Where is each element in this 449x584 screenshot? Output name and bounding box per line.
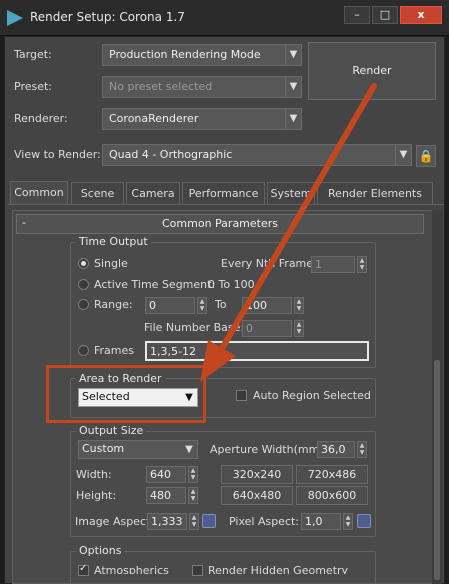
range-from-field[interactable]: 0	[145, 297, 195, 314]
range-from-spinner[interactable]: ▲ ▼	[197, 297, 207, 314]
height-spinner[interactable]: ▲ ▼	[188, 487, 198, 504]
preset-720x486-button[interactable]: 720x486	[296, 465, 368, 484]
pixel-aspect-spinner[interactable]: ▲ ▼	[343, 513, 353, 530]
frames-radio[interactable]	[78, 345, 89, 356]
common-parameters-rollout-header[interactable]: Common Parameters	[16, 214, 424, 234]
window-title: Render Setup: Corona 1.7	[30, 10, 185, 24]
active-time-segment-label: Active Time Segment:	[94, 278, 216, 291]
image-aspect-field[interactable]: 1,333	[147, 513, 187, 530]
aperture-width-spinner[interactable]: ▲ ▼	[357, 441, 367, 458]
active-time-segment-radio[interactable]	[78, 279, 89, 290]
tabs-divider	[8, 204, 444, 205]
tab-camera[interactable]: Camera	[126, 182, 180, 204]
lock-pixel-aspect-icon[interactable]	[357, 514, 371, 528]
frames-label: Frames	[94, 344, 135, 357]
render-hidden-geometry-checkbox[interactable]	[192, 565, 203, 576]
preset-label: Preset:	[14, 80, 53, 93]
atmospherics-checkbox[interactable]	[78, 563, 89, 576]
output-size-preset-value: Custom	[82, 442, 125, 455]
frames-field[interactable]: 1,3,5-12	[145, 341, 369, 361]
renderer-label: Renderer:	[14, 112, 68, 125]
options-title: Options	[76, 544, 125, 557]
renderer-dropdown[interactable]: CoronaRenderer ▼	[102, 108, 302, 130]
active-time-segment-value: 0 To 100	[208, 278, 255, 291]
range-to-field[interactable]: 100	[242, 297, 292, 314]
range-to-label: To	[215, 298, 227, 311]
width-spinner[interactable]: ▲ ▼	[188, 466, 198, 483]
tab-system[interactable]: System	[267, 182, 315, 204]
height-label: Height:	[76, 489, 117, 502]
view-to-render-label: View to Render:	[14, 148, 101, 161]
target-dropdown[interactable]: Production Rendering Mode ▼	[102, 44, 302, 66]
output-size-title: Output Size	[76, 424, 147, 437]
chevron-down-icon: ▼	[285, 77, 301, 97]
chevron-down-icon: ▼	[395, 145, 411, 165]
range-label: Range:	[94, 298, 133, 311]
range-to-spinner[interactable]: ▲ ▼	[294, 297, 304, 314]
every-nth-frame-label: Every Nth Frame:	[221, 257, 317, 270]
time-output-title: Time Output	[76, 235, 151, 248]
width-field[interactable]: 640	[146, 466, 186, 483]
chevron-down-icon: ▼	[285, 109, 301, 129]
lock-icon: 🔒	[418, 149, 434, 163]
range-radio[interactable]	[78, 299, 89, 310]
tab-common[interactable]: Common	[10, 181, 68, 205]
tab-render-elements[interactable]: Render Elements	[317, 182, 433, 204]
pixel-aspect-field[interactable]: 1,0	[301, 513, 341, 530]
every-nth-frame-spinner[interactable]: ▲ ▼	[357, 256, 367, 273]
close-button[interactable]: x	[400, 6, 442, 24]
tab-scene[interactable]: Scene	[71, 182, 124, 204]
annotation-highlight-box	[46, 365, 206, 423]
chevron-down-icon: ▼	[185, 444, 193, 455]
aperture-width-field[interactable]: 36,0	[317, 441, 355, 458]
scrollbar-thumb[interactable]	[434, 360, 440, 580]
target-value: Production Rendering Mode	[109, 48, 261, 61]
image-aspect-spinner[interactable]: ▲ ▼	[189, 513, 199, 530]
preset-dropdown[interactable]: No preset selected ▼	[102, 76, 302, 98]
file-number-base-spinner[interactable]: ▲ ▼	[294, 320, 304, 337]
height-field[interactable]: 480	[146, 487, 186, 504]
auto-region-selected-checkbox[interactable]	[236, 390, 247, 401]
collapse-icon[interactable]: -	[22, 216, 26, 229]
preset-800x600-button[interactable]: 800x600	[296, 486, 368, 505]
minimize-button[interactable]: –	[344, 6, 370, 24]
lock-aspect-icon[interactable]	[202, 514, 216, 528]
render-hidden-geometry-label: Render Hidden Geometry	[208, 564, 349, 574]
render-button[interactable]: Render	[308, 42, 436, 100]
tab-performance[interactable]: Performance	[182, 182, 265, 204]
file-number-base-field[interactable]: 0	[242, 320, 292, 337]
aperture-width-label: Aperture Width(mm):	[210, 443, 328, 456]
single-radio[interactable]	[78, 258, 89, 269]
renderer-value: CoronaRenderer	[109, 112, 199, 125]
output-size-preset-dropdown[interactable]: Custom ▼	[78, 440, 198, 459]
lock-view-button[interactable]: 🔒	[416, 145, 436, 167]
width-label: Width:	[76, 468, 112, 481]
image-aspect-label: Image Aspect:	[75, 515, 155, 528]
preset-320x240-button[interactable]: 320x240	[221, 465, 293, 484]
view-to-render-value: Quad 4 - Orthographic	[109, 148, 233, 161]
file-number-base-label: File Number Base:	[144, 321, 245, 334]
chevron-down-icon: ▼	[285, 45, 301, 65]
preset-placeholder: No preset selected	[109, 80, 213, 93]
single-label: Single	[94, 257, 128, 270]
target-label: Target:	[14, 48, 52, 61]
atmospherics-label: Atmospherics	[94, 564, 169, 574]
auto-region-selected-label: Auto Region Selected	[253, 389, 371, 402]
pixel-aspect-label: Pixel Aspect:	[229, 515, 300, 528]
every-nth-frame-field[interactable]: 1	[311, 256, 355, 273]
view-to-render-dropdown[interactable]: Quad 4 - Orthographic ▼	[102, 144, 412, 166]
preset-640x480-button[interactable]: 640x480	[221, 486, 293, 505]
maximize-button[interactable]: □	[372, 6, 398, 24]
